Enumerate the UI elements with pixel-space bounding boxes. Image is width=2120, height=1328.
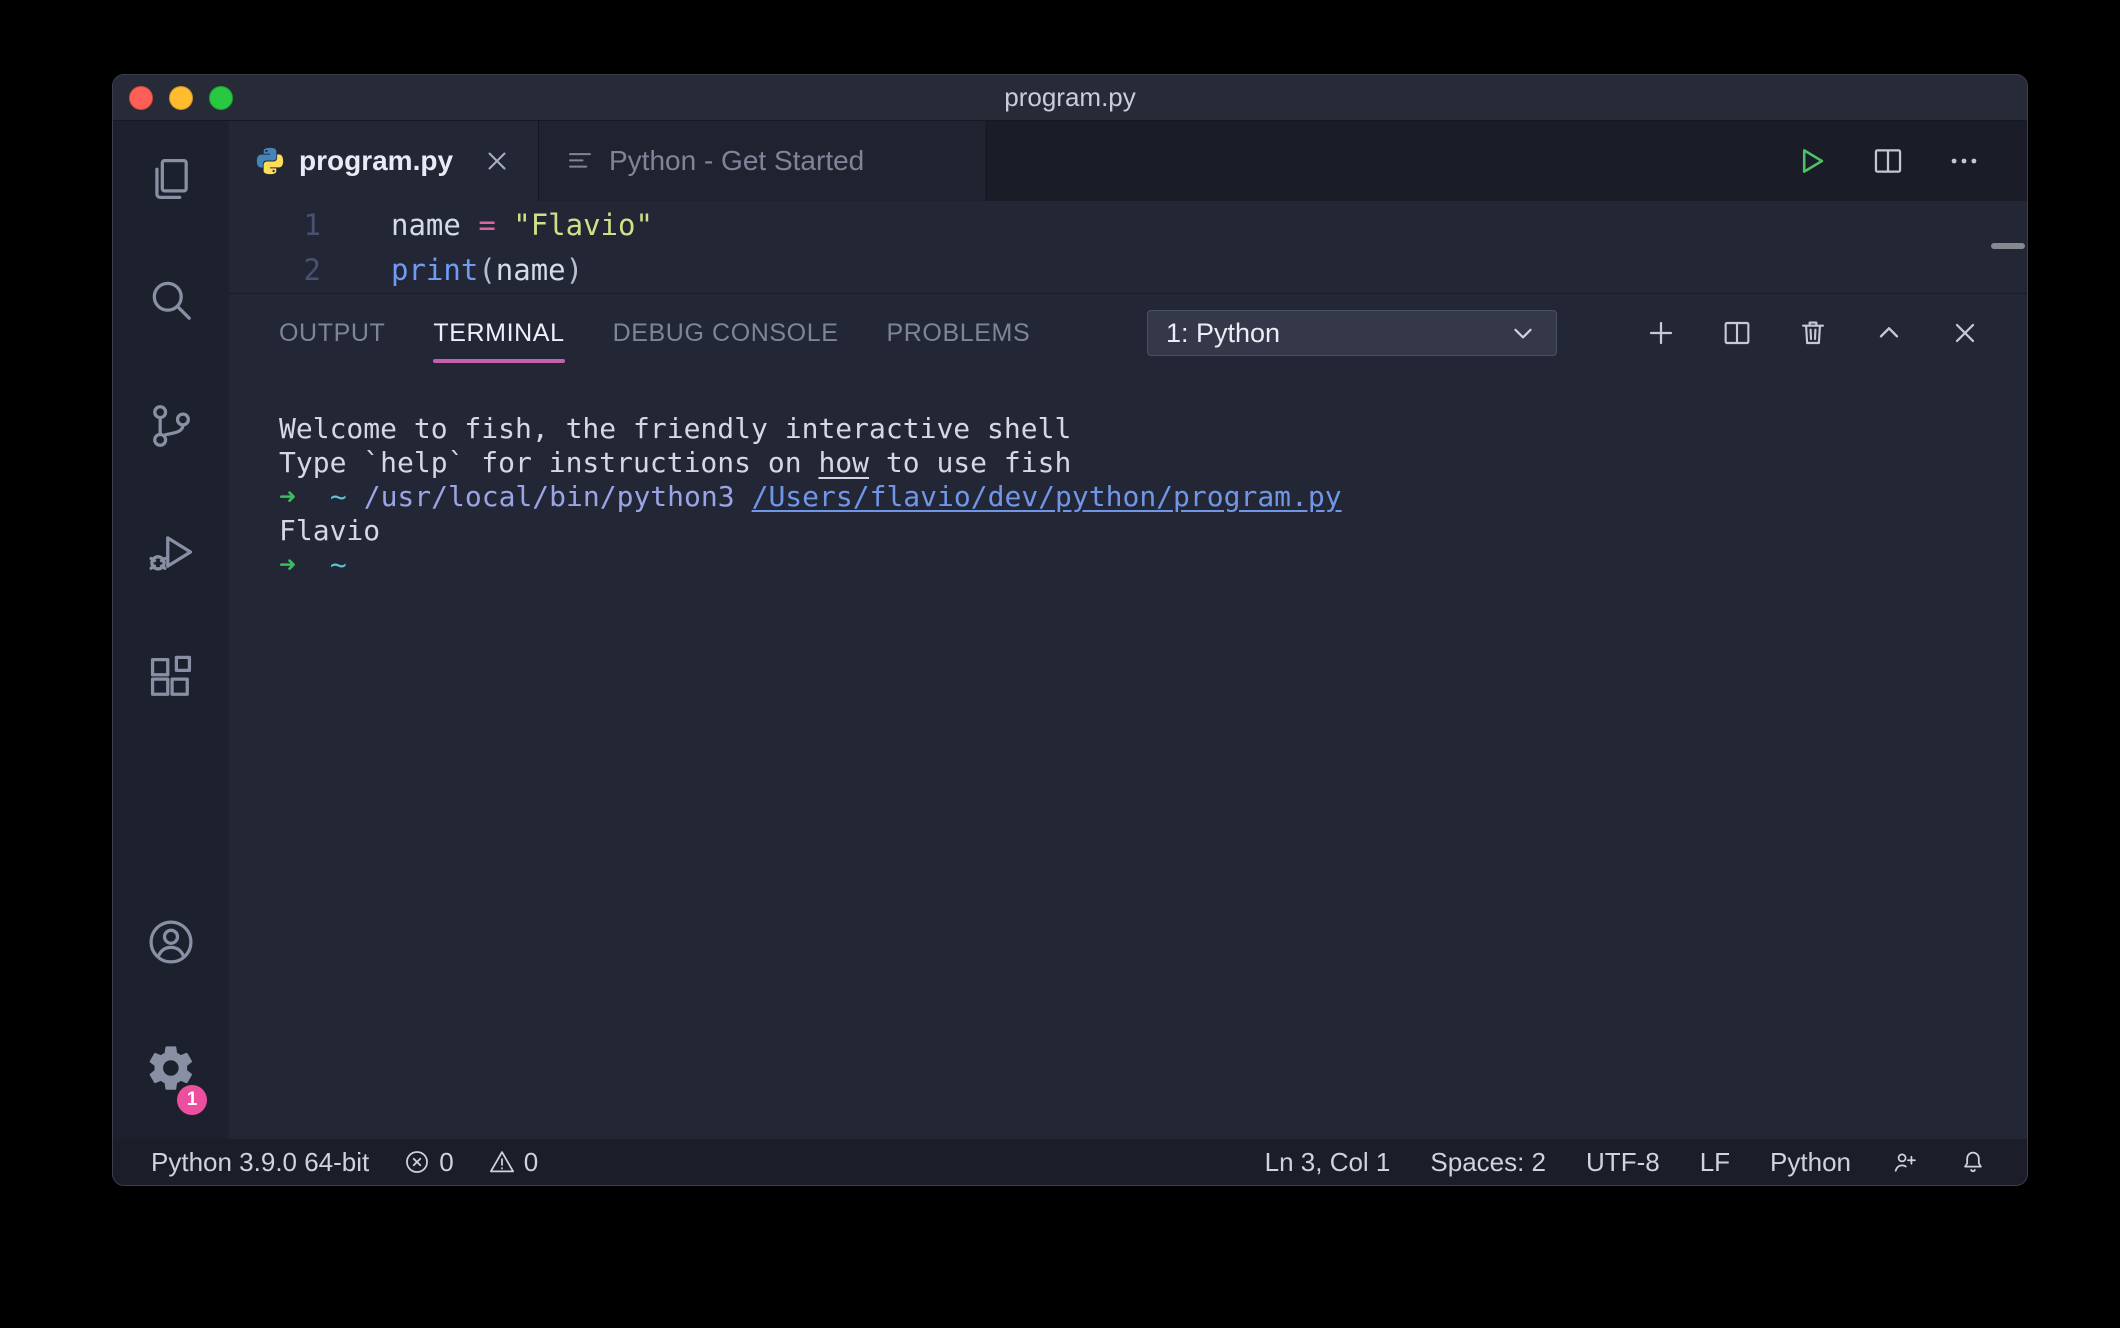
terminal-line: Type `help` for instructions on how to u… — [279, 446, 2027, 480]
source-control-icon[interactable] — [113, 363, 229, 489]
editor-scrollbar-thumb[interactable] — [1991, 243, 2025, 249]
editor-actions — [1795, 121, 2027, 201]
code-line: 2 print(name) — [229, 248, 2027, 293]
tab-python-get-started[interactable]: Python - Get Started — [539, 121, 987, 201]
settings-gear-icon[interactable]: 1 — [113, 1005, 229, 1131]
file-path-link[interactable]: /Users/flavio/dev/python/program.py — [752, 480, 1342, 513]
account-icon[interactable] — [113, 879, 229, 1005]
cursor-position-status[interactable]: Ln 3, Col 1 — [1265, 1147, 1391, 1178]
python-logo-icon — [255, 146, 285, 176]
search-icon[interactable] — [113, 237, 229, 363]
code-text: print(name) — [391, 248, 583, 293]
error-count: 0 — [439, 1147, 453, 1178]
panel-actions — [1645, 317, 1981, 349]
desktop-background: program.py — [0, 0, 2120, 1328]
split-terminal-icon[interactable] — [1721, 317, 1753, 349]
terminal-selector-dropdown[interactable]: 1: Python — [1147, 310, 1557, 356]
panel-tab-problems[interactable]: PROBLEMS — [887, 294, 1031, 372]
encoding-status[interactable]: UTF-8 — [1586, 1147, 1660, 1178]
prompt-arrow: ➜ — [279, 480, 296, 513]
warnings-status[interactable]: 0 — [488, 1147, 538, 1178]
notifications-bell-icon[interactable] — [1959, 1148, 1987, 1176]
terminal-selector-value: 1: Python — [1166, 318, 1280, 349]
problems-status[interactable]: 0 — [403, 1147, 453, 1178]
prompt-cwd: ~ — [330, 548, 347, 581]
close-window-button[interactable] — [129, 86, 153, 110]
status-left: Python 3.9.0 64-bit 0 0 — [151, 1147, 538, 1178]
chevron-down-icon — [1508, 318, 1538, 348]
line-number: 1 — [229, 203, 321, 248]
split-editor-icon[interactable] — [1871, 144, 1905, 178]
explorer-icon[interactable] — [113, 121, 229, 237]
command-text: /usr/local/bin/python3 — [364, 480, 735, 513]
vscode-window: program.py — [112, 74, 2028, 1186]
code-text: name = "Flavio" — [391, 203, 653, 248]
tab-label: Python - Get Started — [609, 145, 864, 177]
new-terminal-icon[interactable] — [1645, 317, 1677, 349]
tab-label: program.py — [299, 145, 453, 177]
panel-tab-debug-console[interactable]: DEBUG CONSOLE — [613, 294, 839, 372]
feedback-icon[interactable] — [1891, 1148, 1919, 1176]
editor-group: program.py Python - — [229, 121, 2027, 1139]
python-interpreter-status[interactable]: Python 3.9.0 64-bit — [151, 1147, 369, 1178]
warning-icon — [488, 1148, 516, 1176]
maximize-panel-chevron-up-icon[interactable] — [1873, 317, 1905, 349]
terminal-line: Welcome to fish, the friendly interactiv… — [279, 412, 2027, 446]
window-body: 1 program.py — [113, 121, 2027, 1139]
window-title: program.py — [1004, 82, 1136, 113]
zoom-window-button[interactable] — [209, 86, 233, 110]
run-file-icon[interactable] — [1795, 144, 1829, 178]
terminal-prompt-line: ➜~ — [279, 548, 2027, 582]
extensions-icon[interactable] — [113, 615, 229, 741]
eol-status[interactable]: LF — [1700, 1147, 1730, 1178]
code-line: 1 name = "Flavio" — [229, 203, 2027, 248]
tab-program-py[interactable]: program.py — [229, 121, 539, 201]
kill-terminal-trash-icon[interactable] — [1797, 317, 1829, 349]
bottom-panel: OUTPUT TERMINAL DEBUG CONSOLE PROBLEMS 1… — [229, 293, 2027, 1139]
tab-bar: program.py Python - — [229, 121, 2027, 201]
line-number: 2 — [229, 248, 321, 293]
panel-header: OUTPUT TERMINAL DEBUG CONSOLE PROBLEMS 1… — [229, 294, 2027, 372]
error-icon — [403, 1148, 431, 1176]
more-actions-icon[interactable] — [1947, 144, 1981, 178]
status-right: Ln 3, Col 1 Spaces: 2 UTF-8 LF Python — [1265, 1147, 1987, 1178]
minimize-window-button[interactable] — [169, 86, 193, 110]
panel-tab-output[interactable]: OUTPUT — [279, 294, 385, 372]
settings-badge: 1 — [177, 1085, 207, 1115]
indentation-status[interactable]: Spaces: 2 — [1430, 1147, 1546, 1178]
activity-bar: 1 — [113, 121, 229, 1139]
close-panel-icon[interactable] — [1949, 317, 1981, 349]
warning-count: 0 — [524, 1147, 538, 1178]
titlebar: program.py — [113, 75, 2027, 121]
status-bar: Python 3.9.0 64-bit 0 0 — [113, 1139, 2027, 1185]
code-editor[interactable]: 1 name = "Flavio" 2 print(name) — [229, 201, 2027, 293]
prompt-cwd: ~ — [330, 480, 347, 513]
preview-list-icon — [565, 146, 595, 176]
terminal-result-line: Flavio — [279, 514, 2027, 548]
close-tab-icon[interactable] — [482, 146, 512, 176]
traffic-lights — [129, 75, 233, 120]
panel-tab-terminal[interactable]: TERMINAL — [433, 294, 564, 372]
language-mode-status[interactable]: Python — [1770, 1147, 1851, 1178]
terminal-command-line: ➜ ~ /usr/local/bin/python3/Users/flavio/de… — [279, 480, 2027, 514]
run-debug-icon[interactable] — [113, 489, 229, 615]
prompt-arrow: ➜ — [279, 548, 296, 581]
terminal-output[interactable]: Welcome to fish, the friendly interactiv… — [229, 372, 2027, 1139]
